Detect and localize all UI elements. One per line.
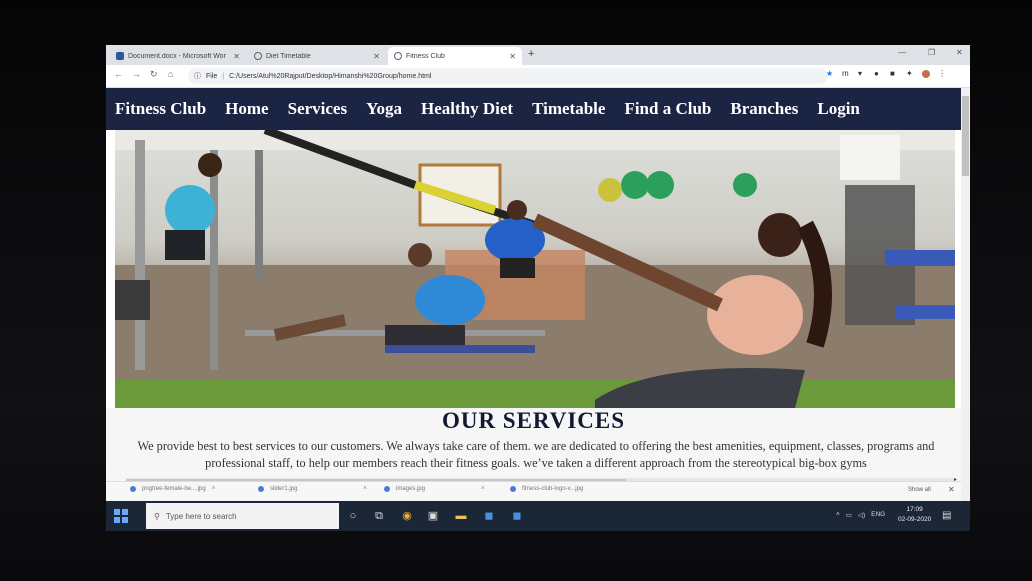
- tab-label: Fitness Club: [406, 52, 445, 60]
- adblock-icon[interactable]: ●: [874, 70, 882, 78]
- download-filename: images.jpg: [396, 486, 426, 492]
- tab-document[interactable]: Document.docx - Microsoft Wor ✕: [110, 47, 246, 65]
- search-placeholder: Type here to search: [165, 511, 237, 521]
- globe-icon: [254, 52, 262, 60]
- back-icon[interactable]: ←: [114, 69, 123, 79]
- system-tray: ˄ ▭ ◁) ENG: [836, 511, 885, 519]
- file-explorer-icon[interactable]: ▬: [454, 509, 468, 523]
- web-page: Fitness Club Home Services Yoga Healthy …: [106, 88, 961, 501]
- new-tab-button[interactable]: +: [528, 48, 534, 60]
- forward-icon[interactable]: →: [132, 69, 141, 79]
- chevron-up-icon[interactable]: ˄: [481, 486, 485, 492]
- nav-services[interactable]: Services: [288, 99, 347, 119]
- close-icon[interactable]: ✕: [948, 485, 955, 494]
- battery-icon[interactable]: ▭: [846, 511, 852, 519]
- volume-icon[interactable]: ◁): [858, 511, 865, 519]
- cortana-icon[interactable]: ○: [346, 509, 360, 523]
- file-icon: [130, 486, 136, 492]
- chevron-up-icon[interactable]: ˄: [212, 486, 216, 492]
- search-icon: ⚲: [154, 511, 160, 521]
- url-field[interactable]: ⓘ File | C:/Users/Atul%20Rajput/Desktop/…: [188, 68, 828, 84]
- nav-timetable[interactable]: Timetable: [532, 99, 605, 119]
- address-bar: ← → ↻ ⌂ ⓘ File | C:/Users/Atul%20Rajput/…: [106, 65, 970, 88]
- chrome-icon[interactable]: ◉: [400, 509, 414, 523]
- clock-date: 02-09-2020: [898, 516, 932, 523]
- download-filename: pngtree-female-be....jpg: [142, 486, 206, 492]
- tab-diet-timetable[interactable]: Diet Timetable ✕: [248, 47, 386, 65]
- maximize-icon[interactable]: ❐: [928, 48, 935, 57]
- file-icon: [510, 486, 516, 492]
- notification-icon[interactable]: ▤: [942, 510, 951, 521]
- window-close-icon[interactable]: ✕: [956, 48, 963, 57]
- download-item[interactable]: slider1.jpg ˄: [258, 486, 367, 492]
- url-path: C:/Users/Atul%20Rajput/Desktop/Himanshi%…: [229, 72, 432, 80]
- nav-branches[interactable]: Branches: [730, 99, 798, 119]
- vertical-scrollbar[interactable]: [961, 88, 970, 501]
- info-icon: ⓘ: [194, 73, 201, 80]
- nav-brand[interactable]: Fitness Club: [115, 99, 206, 119]
- download-item[interactable]: pngtree-female-be....jpg ˄: [130, 486, 215, 492]
- menu-icon[interactable]: ⋮: [938, 70, 946, 78]
- close-icon[interactable]: ✕: [509, 52, 516, 61]
- downloads-bar: pngtree-female-be....jpg ˄ slider1.jpg ˄…: [106, 481, 961, 502]
- screen: Document.docx - Microsoft Wor ✕ Diet Tim…: [106, 45, 970, 531]
- nav-login[interactable]: Login: [817, 99, 860, 119]
- extension-icons: ★ m ▾ ● ■ ✦ ⋮: [826, 70, 946, 78]
- chevron-up-icon[interactable]: ˄: [836, 511, 840, 519]
- windows-taskbar: ⚲ Type here to search ○ ⧉ ◉ ▣ ▬ ◼ ◼ ˄ ▭ …: [106, 501, 970, 531]
- gym-illustration: [115, 130, 955, 408]
- show-all-button[interactable]: Show all: [908, 487, 931, 493]
- reload-icon[interactable]: ↻: [150, 69, 158, 80]
- download-filename: fitness-club-logo-v...jpg: [522, 486, 584, 492]
- taskbar-search-field[interactable]: ⚲ Type here to search: [146, 503, 339, 529]
- extension-m-icon[interactable]: m: [842, 70, 850, 78]
- shield-icon[interactable]: ▾: [858, 70, 866, 78]
- tab-label: Diet Timetable: [266, 52, 311, 60]
- windows-start-icon[interactable]: [114, 509, 128, 523]
- download-filename: slider1.jpg: [270, 486, 298, 492]
- url-scheme: File: [206, 72, 218, 80]
- tab-label: Document.docx - Microsoft Wor: [128, 52, 226, 60]
- puzzle-icon[interactable]: ✦: [906, 70, 914, 78]
- site-navbar: Fitness Club Home Services Yoga Healthy …: [106, 88, 961, 130]
- word-icon: [116, 52, 124, 60]
- hero-gym-image: [115, 130, 955, 408]
- globe-icon: [394, 52, 402, 60]
- scrollbar-thumb[interactable]: [962, 96, 969, 176]
- nav-home[interactable]: Home: [225, 99, 268, 119]
- nav-find-a-club[interactable]: Find a Club: [624, 99, 711, 119]
- nav-yoga[interactable]: Yoga: [366, 99, 402, 119]
- home-icon[interactable]: ⌂: [168, 69, 173, 79]
- extension-square-icon[interactable]: ■: [890, 70, 898, 78]
- app-icon[interactable]: ◼: [482, 509, 496, 523]
- taskbar-clock[interactable]: 17:09 02-09-2020: [898, 505, 931, 525]
- clock-time: 17:09: [906, 506, 923, 513]
- tab-bar: Document.docx - Microsoft Wor ✕ Diet Tim…: [106, 45, 970, 65]
- tab-fitness-club[interactable]: Fitness Club ✕: [388, 47, 522, 65]
- file-icon: [384, 486, 390, 492]
- minimize-icon[interactable]: —: [898, 48, 906, 57]
- download-item[interactable]: fitness-club-logo-v...jpg: [510, 486, 583, 492]
- chevron-up-icon[interactable]: ˄: [363, 486, 367, 492]
- download-item[interactable]: images.jpg ˄: [384, 486, 485, 492]
- store-icon[interactable]: ▣: [426, 509, 440, 523]
- star-icon[interactable]: ★: [826, 70, 834, 78]
- close-icon[interactable]: ✕: [373, 52, 380, 61]
- avatar[interactable]: [922, 70, 930, 78]
- nav-healthy-diet[interactable]: Healthy Diet: [421, 99, 513, 119]
- task-view-icon[interactable]: ⧉: [372, 509, 386, 523]
- file-icon: [258, 486, 264, 492]
- app-icon[interactable]: ◼: [510, 509, 524, 523]
- language-indicator[interactable]: ENG: [871, 511, 885, 519]
- close-icon[interactable]: ✕: [233, 52, 240, 61]
- services-text: We provide best to best services to our …: [137, 439, 935, 470]
- services-heading: OUR SERVICES: [441, 408, 626, 433]
